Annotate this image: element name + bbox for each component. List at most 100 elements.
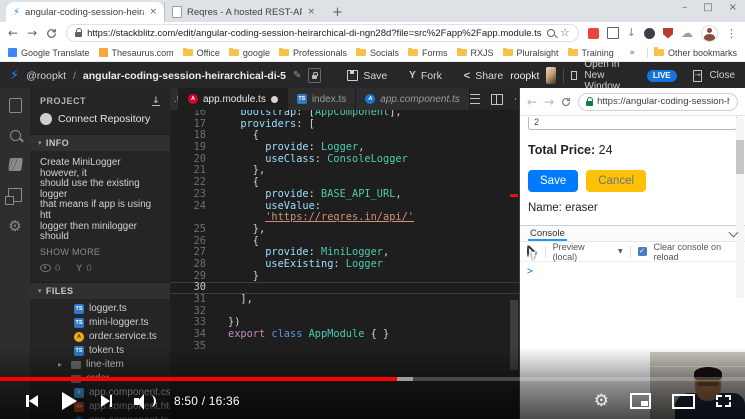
- info-text-line: Create MiniLogger however, it: [40, 157, 121, 179]
- back-icon[interactable]: ←: [8, 27, 18, 39]
- layout-icon[interactable]: [5, 188, 22, 205]
- previous-button[interactable]: [26, 395, 38, 407]
- username-label[interactable]: roopkt: [510, 70, 539, 82]
- docs-icon[interactable]: [7, 158, 23, 171]
- window-maximize-button[interactable]: □: [703, 2, 712, 13]
- lock-icon[interactable]: [308, 68, 321, 83]
- video-progress-bar[interactable]: [0, 377, 745, 381]
- console-context-dropdown[interactable]: Preview (local): [553, 242, 605, 262]
- preview-address-bar[interactable]: https://angular-coding-session-h...: [578, 92, 738, 111]
- bookmark-training[interactable]: Training: [567, 47, 614, 58]
- fork-button[interactable]: Y Fork: [409, 70, 442, 82]
- settings-gear-icon[interactable]: ⚙: [594, 393, 609, 410]
- files-section-header[interactable]: ▾ FILES: [30, 281, 170, 299]
- browser-menu-icon[interactable]: ⋮: [726, 27, 737, 40]
- refresh-icon[interactable]: [561, 97, 571, 107]
- cancel-button[interactable]: Cancel: [586, 170, 647, 192]
- browser-tab-stackblitz[interactable]: ⚡ angular-coding-session-heirarch ×: [6, 2, 164, 22]
- miniplayer-button[interactable]: [630, 393, 651, 409]
- code-surface[interactable]: 16 bootstrap: [AppComponent], 17 provider…: [170, 110, 519, 419]
- unsaved-changes-dot[interactable]: [270, 95, 278, 103]
- file-row-line-item[interactable]: ▸ line-item: [30, 358, 170, 372]
- settings-gear-icon[interactable]: ⚙: [8, 219, 21, 234]
- clear-on-reload-label: Clear console on reload: [653, 241, 722, 262]
- files-icon[interactable]: [8, 95, 26, 113]
- console-prompt[interactable]: >: [520, 262, 745, 281]
- edit-icon[interactable]: ✎: [293, 70, 301, 81]
- connect-repository-button[interactable]: Connect Repository: [30, 111, 170, 134]
- file-row-logger.ts[interactable]: TS logger.ts: [30, 302, 170, 316]
- editor-tab-partial[interactable]: .ts: [170, 88, 179, 110]
- fullscreen-button[interactable]: [716, 395, 731, 407]
- theater-mode-button[interactable]: [672, 393, 695, 409]
- project-name[interactable]: angular-coding-session-heirarchical-di-5: [83, 70, 286, 82]
- quantity-input[interactable]: 2: [528, 117, 737, 130]
- format-icon[interactable]: [469, 94, 480, 104]
- address-bar[interactable]: https://stackblitz.com/edit/angular-codi…: [66, 24, 579, 42]
- bookmark-office[interactable]: Office: [182, 47, 220, 58]
- bookmark-google-translate[interactable]: Google Translate: [8, 48, 90, 58]
- close-button[interactable]: Close: [709, 70, 735, 81]
- file-row-order.service.ts[interactable]: Aorder.service.ts: [30, 330, 170, 344]
- play-button[interactable]: [61, 392, 77, 410]
- info-section-header[interactable]: ▾ INFO: [30, 134, 170, 151]
- screenshot-extension-icon[interactable]: [606, 27, 619, 39]
- save-button[interactable]: Save: [528, 170, 579, 192]
- forward-icon[interactable]: →: [27, 27, 37, 39]
- bookmark-pluralsight[interactable]: Pluralsight: [502, 47, 559, 58]
- download-extension-icon[interactable]: ↓: [627, 27, 636, 38]
- line-number: 23: [193, 187, 206, 200]
- other-bookmarks-button[interactable]: Other bookmarks: [653, 47, 737, 58]
- bookmark-socials[interactable]: Socials: [355, 47, 399, 58]
- bookmark-thesaurus-com[interactable]: Thesaurus.com: [98, 48, 174, 58]
- next-button[interactable]: [100, 395, 112, 407]
- editor-scrollbar[interactable]: [509, 110, 518, 419]
- zoom-icon[interactable]: [546, 29, 555, 37]
- line-number: 35: [193, 339, 206, 352]
- stackblitz-logo-icon[interactable]: ⚡: [10, 68, 19, 83]
- close-tab-icon[interactable]: ×: [149, 7, 157, 17]
- window-minimize-button[interactable]: –: [682, 2, 687, 13]
- file-row-token.ts[interactable]: TS token.ts: [30, 344, 170, 358]
- cloud-extension-icon[interactable]: ☁: [681, 27, 693, 39]
- console-tab[interactable]: Console: [528, 227, 567, 241]
- extension-icon[interactable]: [644, 27, 655, 39]
- show-more-button[interactable]: SHOW MORE: [30, 243, 170, 257]
- bookmark-star-icon[interactable]: ☆: [560, 27, 570, 38]
- bookmark-professionals[interactable]: Professionals: [278, 47, 347, 58]
- dropdown-arrow-icon[interactable]: ▼: [618, 248, 623, 255]
- caret-right-icon[interactable]: ▸: [58, 360, 66, 369]
- editor-tab-index[interactable]: TS index.ts: [287, 88, 357, 110]
- export-project-icon[interactable]: ↓: [151, 96, 160, 106]
- save-button[interactable]: Save: [347, 70, 387, 82]
- scrollbar-thumb[interactable]: [736, 140, 744, 174]
- close-panel-icon[interactable]: →: [692, 69, 703, 82]
- bookmarks-overflow-icon[interactable]: »: [623, 48, 641, 58]
- search-icon[interactable]: [9, 130, 21, 141]
- scrollbar-thumb[interactable]: [510, 300, 518, 370]
- close-tab-icon[interactable]: ×: [307, 7, 315, 17]
- clear-console-icon[interactable]: [527, 244, 529, 257]
- back-icon[interactable]: ←: [527, 96, 537, 108]
- window-close-button[interactable]: ×: [729, 2, 737, 13]
- project-owner[interactable]: @roopkt: [26, 70, 66, 82]
- clear-on-reload-checkbox[interactable]: ✓: [637, 247, 647, 256]
- split-editor-icon[interactable]: [490, 93, 503, 105]
- editor-tab-app-component[interactable]: A app.component.ts: [356, 88, 470, 110]
- forward-icon[interactable]: →: [544, 96, 554, 108]
- new-tab-button[interactable]: +: [322, 5, 353, 22]
- shield-extension-icon[interactable]: [663, 27, 673, 39]
- editor-tab-app-module[interactable]: A app.module.ts: [179, 88, 288, 110]
- user-avatar[interactable]: [546, 67, 557, 84]
- share-button[interactable]: < Share: [464, 70, 503, 82]
- bookmark-google[interactable]: google: [228, 47, 270, 58]
- bookmark-rxjs[interactable]: RXJS: [456, 47, 494, 58]
- browser-tab-reqres[interactable]: Reqres - A hosted REST-API read ×: [164, 2, 322, 22]
- volume-button[interactable]: [134, 393, 156, 410]
- refresh-icon[interactable]: [46, 28, 57, 39]
- bookmark-forms[interactable]: Forms: [408, 47, 448, 58]
- profile-avatar[interactable]: [701, 24, 718, 42]
- preview-scrollbar[interactable]: [736, 118, 744, 298]
- file-row-mini-logger.ts[interactable]: TS mini-logger.ts: [30, 316, 170, 330]
- adblock-extension-icon[interactable]: [587, 27, 599, 39]
